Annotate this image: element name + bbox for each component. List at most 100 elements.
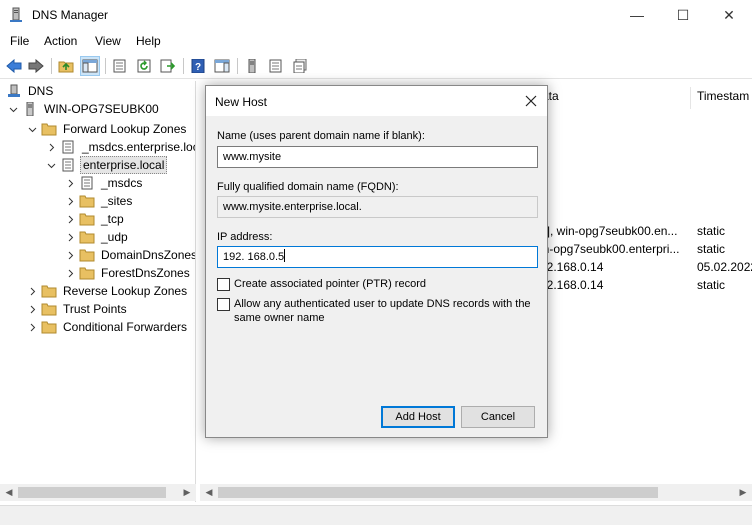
chevron-right-icon[interactable] — [27, 304, 37, 314]
tree-node-forestdnszones[interactable]: ForestDnsZones — [65, 264, 192, 282]
chevron-right-icon[interactable] — [65, 250, 75, 260]
record-timestamp-cell[interactable]: static — [697, 224, 725, 238]
chevron-right-icon[interactable] — [27, 322, 37, 332]
fqdn-label: Fully qualified domain name (FQDN): — [217, 181, 399, 193]
record-timestamp-cell[interactable]: 05.02.2022 — [697, 260, 752, 274]
forward-button[interactable] — [26, 56, 46, 76]
help-button[interactable]: ? — [188, 56, 208, 76]
chevron-right-icon[interactable] — [65, 178, 75, 188]
scroll-left-icon[interactable]: ◀ — [2, 485, 16, 499]
window-title: DNS Manager — [32, 8, 109, 22]
records-icon — [269, 59, 282, 73]
ptr-record-checkbox[interactable] — [217, 278, 230, 291]
ip-address-label: IP address: — [217, 231, 273, 243]
tree-node-label: _msdcs.enterprise.local — [82, 140, 196, 154]
tree-node-conditional-forwarders[interactable]: Conditional Forwarders — [27, 318, 189, 336]
record-data-cell[interactable]: in-opg7seubk00.enterpri... — [540, 242, 688, 256]
tree-node-enterprise-local[interactable]: enterprise.local — [46, 156, 168, 174]
record-timestamp-cell[interactable]: static — [697, 278, 725, 292]
tree-node-label: Trust Points — [63, 302, 127, 316]
scroll-left-icon[interactable]: ◀ — [202, 485, 216, 499]
scrollbar-thumb[interactable] — [18, 487, 166, 498]
list-horizontal-scrollbar[interactable]: ◀ ▶ — [200, 484, 752, 501]
close-button[interactable]: ✕ — [706, 0, 752, 30]
show-hide-console-tree-button[interactable] — [80, 56, 100, 76]
new-host-dialog: New Host Name (uses parent domain name i… — [205, 85, 548, 438]
stacked-records-icon — [293, 59, 307, 73]
menu-view[interactable]: View — [95, 34, 121, 48]
record-timestamp-cell[interactable]: static — [697, 242, 725, 256]
tree-node-msdcs[interactable]: _msdcs — [65, 174, 144, 192]
scroll-right-icon[interactable]: ▶ — [736, 485, 750, 499]
ptr-record-label[interactable]: Create associated pointer (PTR) record — [234, 278, 426, 291]
tree-node-label: DNS — [28, 84, 54, 98]
properties-button[interactable] — [110, 56, 130, 76]
dialog-title: New Host — [215, 95, 268, 109]
help-icon: ? — [191, 59, 205, 73]
tree-node-trust-points[interactable]: Trust Points — [27, 300, 129, 318]
zone-icon — [60, 158, 76, 172]
server-button[interactable] — [242, 56, 262, 76]
name-field[interactable]: www.mysite — [217, 146, 538, 168]
folder-icon — [79, 212, 95, 226]
refresh-button[interactable] — [134, 56, 154, 76]
folder-up-icon — [58, 61, 74, 73]
folder-icon — [79, 194, 95, 208]
minimize-button[interactable]: — — [614, 0, 660, 30]
dialog-close-button[interactable] — [521, 91, 541, 111]
tree-horizontal-scrollbar[interactable]: ◀ ▶ — [0, 484, 196, 501]
allow-update-label-line1[interactable]: Allow any authenticated user to update D… — [234, 298, 531, 311]
show-action-pane-button[interactable] — [212, 56, 232, 76]
menu-action[interactable]: Action — [44, 34, 77, 48]
record-data-cell[interactable]: 92.168.0.14 — [540, 260, 688, 274]
cancel-button[interactable]: Cancel — [461, 406, 535, 428]
allow-update-checkbox[interactable] — [217, 298, 230, 311]
ip-address-field[interactable]: 192. 168.0.5 — [217, 246, 538, 268]
folder-icon — [79, 230, 95, 244]
zone-icon — [60, 140, 76, 154]
tree-node-forward-lookup-zones[interactable]: Forward Lookup Zones — [27, 120, 188, 138]
menu-help[interactable]: Help — [136, 34, 161, 48]
chevron-right-icon[interactable] — [65, 214, 75, 224]
back-button[interactable] — [4, 56, 24, 76]
zone-records-button[interactable] — [266, 56, 286, 76]
scroll-right-icon[interactable]: ▶ — [180, 485, 194, 499]
scrollbar-thumb[interactable] — [218, 487, 658, 498]
menu-file[interactable]: File — [10, 34, 29, 48]
tree-node-label: DomainDnsZones — [101, 248, 196, 262]
export-list-button[interactable] — [158, 56, 178, 76]
chevron-down-icon[interactable] — [27, 124, 37, 134]
record-data-cell[interactable]: 92.168.0.14 — [540, 278, 688, 292]
chevron-right-icon[interactable] — [27, 286, 37, 296]
add-host-button[interactable]: Add Host — [381, 406, 455, 428]
tree-node-msdcs-zone[interactable]: _msdcs.enterprise.local — [46, 138, 196, 156]
console-tree: DNS WIN-OPG7SEUBK00 Forward Lookup Zones… — [0, 81, 196, 502]
tree-node-sites[interactable]: _sites — [65, 192, 134, 210]
tree-node-server[interactable]: WIN-OPG7SEUBK00 — [8, 100, 161, 118]
dns-manager-icon — [8, 7, 24, 23]
multiple-records-button[interactable] — [290, 56, 310, 76]
tree-node-label: ForestDnsZones — [101, 266, 190, 280]
up-level-button[interactable] — [56, 56, 76, 76]
chevron-right-icon[interactable] — [65, 232, 75, 242]
close-icon: ✕ — [723, 6, 735, 23]
chevron-right-icon[interactable] — [65, 196, 75, 206]
tree-node-label: Reverse Lookup Zones — [63, 284, 188, 298]
tree-node-label: _tcp — [101, 212, 124, 226]
tree-node-dns[interactable]: DNS — [6, 82, 55, 100]
tree-node-label: _udp — [101, 230, 128, 244]
tree-node-udp[interactable]: _udp — [65, 228, 130, 246]
record-data-cell[interactable]: 9], win-opg7seubk00.en... — [540, 224, 688, 238]
tree-node-domaindnszones[interactable]: DomainDnsZones — [65, 246, 196, 264]
chevron-right-icon[interactable] — [46, 142, 56, 152]
column-header-timestamp[interactable]: Timestam — [691, 87, 749, 109]
maximize-button[interactable]: ☐ — [660, 0, 706, 30]
chevron-down-icon[interactable] — [46, 160, 56, 170]
toolbar-separator — [51, 58, 52, 74]
tree-node-reverse-lookup-zones[interactable]: Reverse Lookup Zones — [27, 282, 189, 300]
tree-node-tcp[interactable]: _tcp — [65, 210, 126, 228]
chevron-right-icon[interactable] — [65, 268, 75, 278]
chevron-down-icon[interactable] — [8, 104, 18, 114]
menu-bar: File Action View Help — [0, 30, 752, 52]
allow-update-label-line2[interactable]: same owner name — [234, 312, 325, 325]
